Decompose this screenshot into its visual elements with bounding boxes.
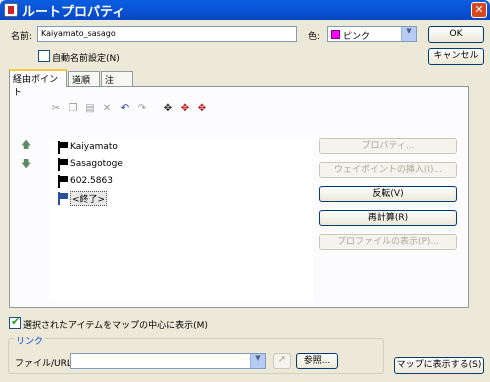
- waypoint-name: <終了>: [70, 190, 108, 206]
- undo-icon[interactable]: ↶: [119, 103, 131, 115]
- show-profile-button[interactable]: プロファイルの表示(P)...: [319, 234, 457, 250]
- tab-notes[interactable]: 注: [101, 71, 133, 86]
- center-on-map-label: 選択されたアイテムをマップの中心に表示(M): [23, 321, 208, 331]
- window-title: ルートプロパティ: [22, 5, 126, 20]
- paste-icon[interactable]: ▤: [84, 103, 96, 115]
- insert-waypoint-button[interactable]: ウェイポイントの挿入(I)...: [319, 162, 457, 178]
- name-label: 名前:: [11, 32, 33, 42]
- ok-button[interactable]: OK: [428, 26, 484, 43]
- redo-icon[interactable]: ↷: [136, 103, 148, 115]
- name-input[interactable]: Kaiyamato_sasago: [37, 26, 297, 42]
- copy-icon[interactable]: ❐: [67, 103, 79, 115]
- move-up-icon[interactable]: 🡅: [21, 141, 31, 151]
- flag-icon: [57, 191, 68, 205]
- waypoint-list[interactable]: Kaiyamato Sasagotoge 602.5863 <終了>: [49, 137, 313, 303]
- color-select[interactable]: ピンク ▼: [327, 26, 417, 42]
- cancel-button[interactable]: キャンセル: [428, 48, 484, 65]
- chevron-down-icon: ▼: [250, 354, 265, 368]
- properties-button[interactable]: プロパティ...: [319, 138, 457, 154]
- route-app-icon: [4, 3, 18, 17]
- file-url-input[interactable]: ▼: [70, 353, 266, 369]
- waypoint-name: Kaiyamato: [70, 142, 118, 152]
- link-group-title: リンク: [14, 334, 46, 347]
- auto-name-checkbox[interactable]: [38, 50, 50, 62]
- file-url-label: ファイル/URL:: [15, 359, 75, 369]
- show-on-map-button[interactable]: マップに表示する(S): [394, 357, 484, 374]
- tab-directions[interactable]: 道順: [68, 71, 100, 86]
- find-icon[interactable]: ✥: [162, 103, 174, 115]
- go-arrow-icon: ➚: [277, 354, 287, 365]
- flag-icon: [57, 140, 68, 154]
- chevron-down-icon: ▼: [401, 27, 416, 41]
- title-bar: ルートプロパティ ✕: [0, 0, 490, 20]
- close-button[interactable]: ✕: [471, 2, 487, 18]
- color-label: 色:: [308, 32, 321, 42]
- center-on-map-checkbox[interactable]: ✔: [9, 315, 21, 329]
- color-swatch: [331, 30, 340, 39]
- check-icon: ✔: [11, 315, 21, 328]
- list-item[interactable]: Kaiyamato: [57, 140, 118, 154]
- waypoint-name: Sasagotoge: [70, 159, 123, 169]
- recalculate-button[interactable]: 再計算(R): [319, 210, 457, 226]
- color-value: ピンク: [343, 32, 371, 42]
- open-link-button[interactable]: ➚: [273, 353, 291, 369]
- browse-button[interactable]: 参照...: [296, 353, 338, 369]
- move-down-icon[interactable]: 🡇: [21, 160, 31, 170]
- auto-name-label: 自動名前設定(N): [52, 54, 120, 64]
- reverse-button[interactable]: 反転(V): [319, 186, 457, 202]
- list-item[interactable]: 602.5863: [57, 174, 113, 188]
- find-next-icon[interactable]: ✥: [179, 103, 191, 115]
- tab-waypoints[interactable]: 経由ポイント: [9, 69, 67, 98]
- delete-icon[interactable]: ✕: [101, 103, 113, 115]
- waypoint-name: 602.5863: [70, 176, 113, 186]
- cut-icon[interactable]: ✂: [50, 103, 62, 115]
- find-previous-icon[interactable]: ✥: [196, 103, 208, 115]
- list-item[interactable]: Sasagotoge: [57, 157, 123, 171]
- flag-icon: [57, 157, 68, 171]
- list-item[interactable]: <終了>: [57, 190, 108, 206]
- flag-icon: [57, 174, 68, 188]
